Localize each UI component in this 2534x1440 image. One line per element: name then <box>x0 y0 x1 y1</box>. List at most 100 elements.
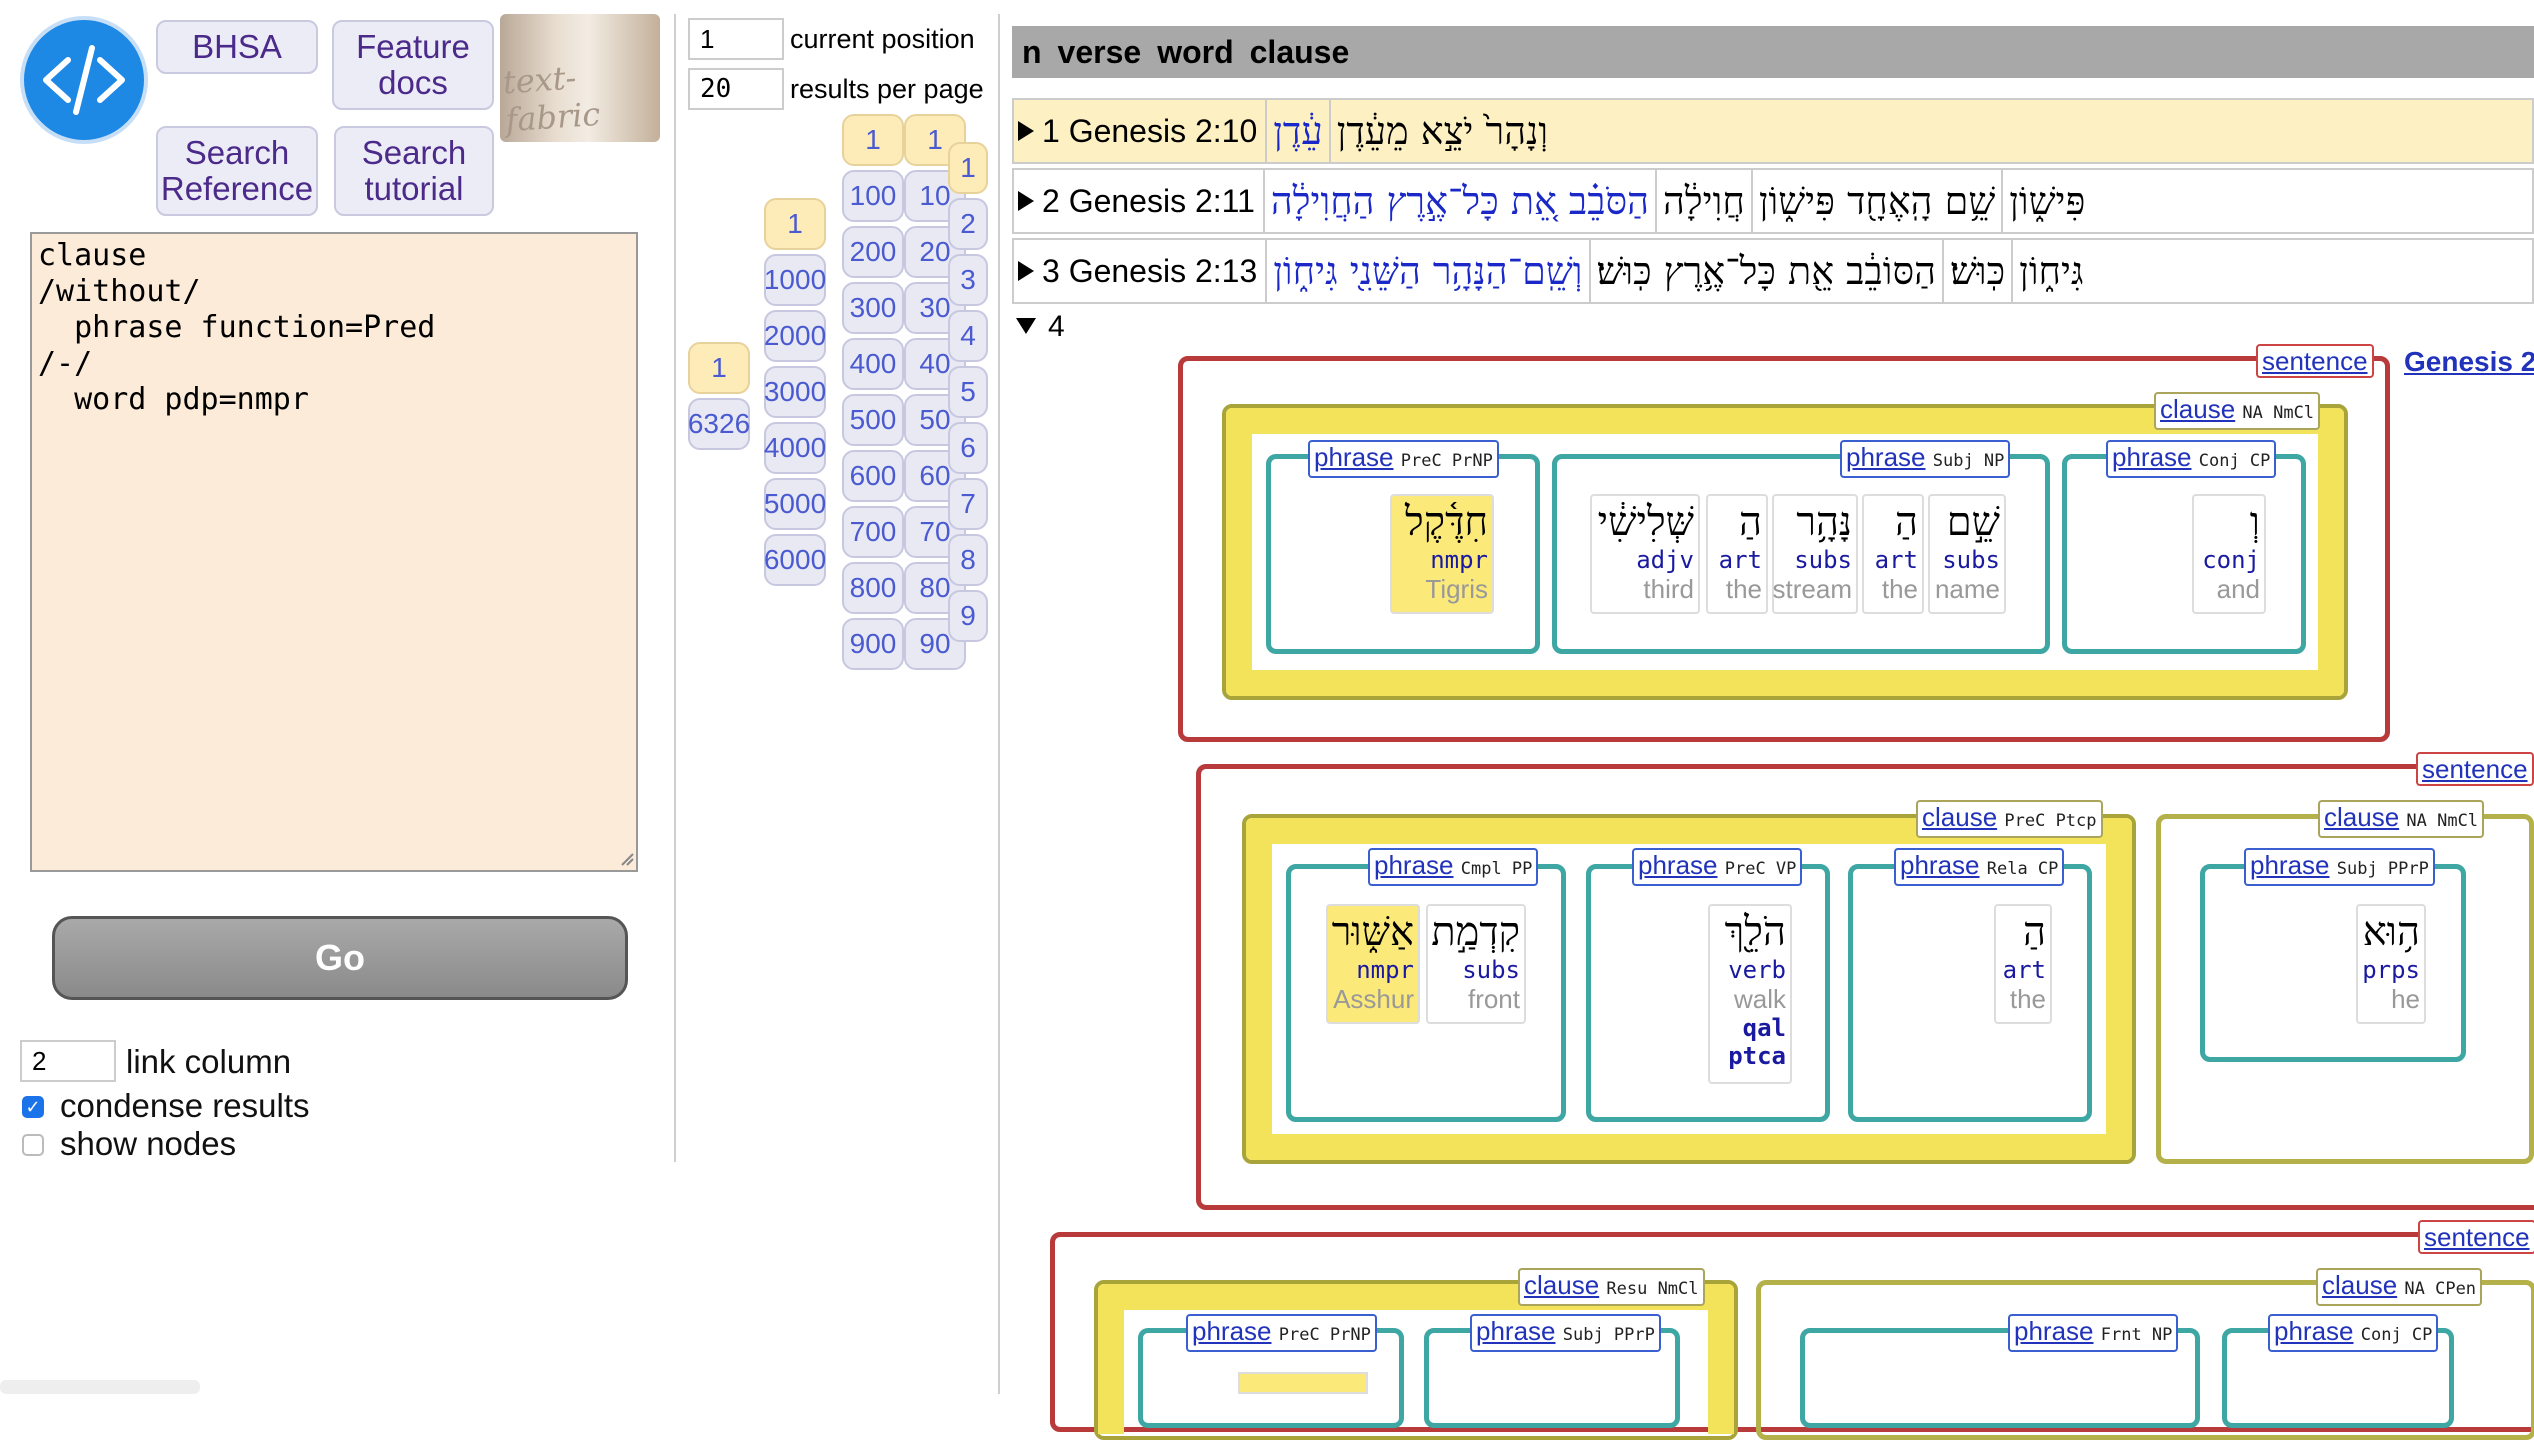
expand-triangle-icon[interactable] <box>1018 261 1034 281</box>
result-row[interactable]: 1 Genesis 2:10 עֵ֔דֶן וְנָהָר֙ יֹצֵ֣א מֵ… <box>1012 98 2534 164</box>
result-clause[interactable]: גִּיח֑וֹן <box>2011 240 2089 302</box>
word-card[interactable]: שְּׁלִישִׁ֔י adjv third <box>1590 494 1700 614</box>
pager-button[interactable]: 6000 <box>764 534 826 586</box>
feature-docs-button[interactable]: Feature docs <box>332 20 494 110</box>
phrase-tag[interactable]: phrase PreC PrNP <box>1308 440 1499 478</box>
pager-button[interactable]: 200 <box>842 226 904 278</box>
phrase-tag[interactable]: phrase Frnt NP <box>2008 1314 2179 1352</box>
search-query-textarea[interactable]: clause /without/ phrase function=Pred /-… <box>30 232 638 872</box>
go-button[interactable]: Go <box>52 916 628 1000</box>
result-ref[interactable]: 3 Genesis 2:13 <box>1042 253 1257 290</box>
result-clause-highlight[interactable]: וְשֵֽׁם־הַנָּהָ֥ר הַשֵּׁנִ֖י גִּיח֑וֹן <box>1265 240 1588 302</box>
show-nodes-checkbox[interactable] <box>22 1134 44 1156</box>
condense-results-checkbox[interactable]: ✓ <box>22 1096 44 1118</box>
result-ref[interactable]: 1 Genesis 2:10 <box>1042 113 1257 150</box>
pager-button[interactable]: 6 <box>948 422 988 474</box>
result-clause[interactable]: פִּישׁ֑וֹן <box>2001 170 2091 232</box>
genesis-link[interactable]: Genesis 2 <box>2404 346 2534 378</box>
word-gloss: Tigris <box>1425 574 1488 604</box>
word-card[interactable]: הַ art the <box>1862 494 1924 614</box>
phrase-tag[interactable]: phrase Conj CP <box>2268 1314 2439 1352</box>
pager-button[interactable]: 1 <box>948 142 988 194</box>
clause-tag[interactable]: clause NA NmCl <box>2318 800 2485 838</box>
result-row[interactable]: 2 Genesis 2:11 הַסֹּבֵ֗ב אֵ֚ת כָּל־אֶ֣רֶ… <box>1012 168 2534 234</box>
phrase-tag[interactable]: phrase Rela CP <box>1894 848 2065 886</box>
pager-button[interactable]: 800 <box>842 562 904 614</box>
pager-button[interactable]: 500 <box>842 394 904 446</box>
result-clause[interactable]: כּֽוּשׁ׃ <box>1941 240 2011 302</box>
word-card-partial[interactable] <box>1238 1372 1368 1394</box>
pager-button[interactable]: 8 <box>948 534 988 586</box>
result-row[interactable]: 3 Genesis 2:13 וְשֵֽׁם־הַנָּהָ֥ר הַשֵּׁנ… <box>1012 238 2534 304</box>
text-fabric-logo[interactable]: text-fabric <box>500 14 660 142</box>
pager-button[interactable]: 900 <box>842 618 904 670</box>
pager-button[interactable]: 4000 <box>764 422 826 474</box>
expand-triangle-icon[interactable] <box>1018 191 1034 211</box>
expand-triangle-icon[interactable] <box>1018 121 1034 141</box>
result-clause-highlight[interactable]: הַסֹּבֵ֗ב אֵ֚ת כָּל־אֶ֣רֶץ הַחֲוִילָ֔ה <box>1262 170 1655 232</box>
result-clause[interactable]: הַסּוֹבֵ֔ב אֵ֖ת כָּל־אֶ֥רֶץ כּֽוּשׁ׃ <box>1588 240 1942 302</box>
clause-tag[interactable]: clause Resu NmCl <box>1518 1268 1705 1306</box>
phrase-tag[interactable]: phrase Subj NP <box>1840 440 2011 478</box>
pager-button[interactable]: 4 <box>948 310 988 362</box>
word-card[interactable]: וְ conj and <box>2192 494 2266 614</box>
bhsa-button[interactable]: BHSA <box>156 20 318 74</box>
pager-button[interactable]: 300 <box>842 282 904 334</box>
word-card[interactable]: חִדֶּ֫קֶל nmpr Tigris <box>1390 494 1494 614</box>
word-card[interactable]: אַשּׁ֑וּר nmpr Asshur <box>1326 904 1420 1024</box>
word-gloss: the <box>1725 574 1762 604</box>
word-gloss: name <box>1934 574 2000 604</box>
pager-button[interactable]: 7 <box>948 478 988 530</box>
result-word[interactable]: עֵ֔דֶן <box>1265 100 1328 162</box>
clause-tag[interactable]: clause NA CPen <box>2316 1268 2483 1306</box>
search-reference-button[interactable]: Search Reference <box>156 126 318 216</box>
current-position-input[interactable]: 1 <box>688 18 784 60</box>
text-fabric-browser-logo[interactable] <box>20 16 148 144</box>
pager-button[interactable]: 5000 <box>764 478 826 530</box>
clause-tag[interactable]: clause PreC Ptcp <box>1916 800 2103 838</box>
word-card[interactable]: הַ art the <box>1706 494 1768 614</box>
result-clause[interactable]: חֲוִילָ֔ה <box>1655 170 1751 232</box>
pager-button[interactable]: 2000 <box>764 310 826 362</box>
link-column-input[interactable]: 2 <box>20 1040 116 1082</box>
result-ref[interactable]: 2 Genesis 2:11 <box>1042 183 1255 220</box>
resize-handle-icon[interactable] <box>620 852 634 866</box>
phrase-tag[interactable]: phrase Subj PPrP <box>1470 1314 1661 1352</box>
sentence-tag[interactable]: sentence <box>2416 752 2534 786</box>
pager-button[interactable]: 1 <box>764 198 826 250</box>
pager-button[interactable]: 6326 <box>688 398 750 450</box>
word-card[interactable]: נָּהָ֥ר subs stream <box>1772 494 1858 614</box>
word-card[interactable]: הַ art the <box>1994 904 2052 1024</box>
pager-button[interactable]: 100 <box>842 170 904 222</box>
collapse-triangle-icon[interactable] <box>1016 318 1036 334</box>
pager-button[interactable]: 1000 <box>764 254 826 306</box>
pager-button[interactable]: 3000 <box>764 366 826 418</box>
result-clause[interactable]: שֵׁ֥ם הָֽאֶחָ֖ד פִּישׁ֑וֹן <box>1750 170 2001 232</box>
pager-button[interactable]: 700 <box>842 506 904 558</box>
word-card[interactable]: ה֥וּא prps he <box>2356 904 2426 1024</box>
pager-button[interactable]: 5 <box>948 366 988 418</box>
word-card[interactable]: קִדְמַ֣ת subs front <box>1426 904 1526 1024</box>
phrase-tag[interactable]: phrase Subj PPrP <box>2244 848 2435 886</box>
sentence-tag[interactable]: sentence <box>2418 1220 2534 1254</box>
word-card[interactable]: הֹלֵ֖ךְ verb walk qal ptca <box>1708 904 1792 1084</box>
header-clause: clause <box>1249 33 1350 70</box>
phrase-tag[interactable]: phrase PreC VP <box>1632 848 1803 886</box>
word-card[interactable]: שֵׁ֣ם subs name <box>1928 494 2006 614</box>
search-tutorial-button[interactable]: Search tutorial <box>334 126 494 216</box>
pager-button[interactable]: 600 <box>842 450 904 502</box>
pager-button[interactable]: 400 <box>842 338 904 390</box>
sentence-tag[interactable]: sentence <box>2256 344 2374 378</box>
phrase-tag[interactable]: phrase Cmpl PP <box>1368 848 1539 886</box>
pager-button[interactable]: 1 <box>688 342 750 394</box>
pager-button[interactable]: 2 <box>948 198 988 250</box>
phrase-tag[interactable]: phrase PreC PrNP <box>1186 1314 1377 1352</box>
results-per-page-input[interactable]: 20 <box>688 68 784 110</box>
pager-button[interactable]: 1 <box>842 114 904 166</box>
phrase-tag[interactable]: phrase Conj CP <box>2106 440 2277 478</box>
result-clause[interactable]: וְנָהָר֙ יֹצֵ֣א מֵעֵ֔דֶן <box>1328 100 1554 162</box>
pager-button[interactable]: 9 <box>948 590 988 642</box>
pager-button[interactable]: 3 <box>948 254 988 306</box>
clause-tag[interactable]: clause NA NmCl <box>2154 392 2321 430</box>
bottom-scrollbar[interactable] <box>0 1380 200 1394</box>
